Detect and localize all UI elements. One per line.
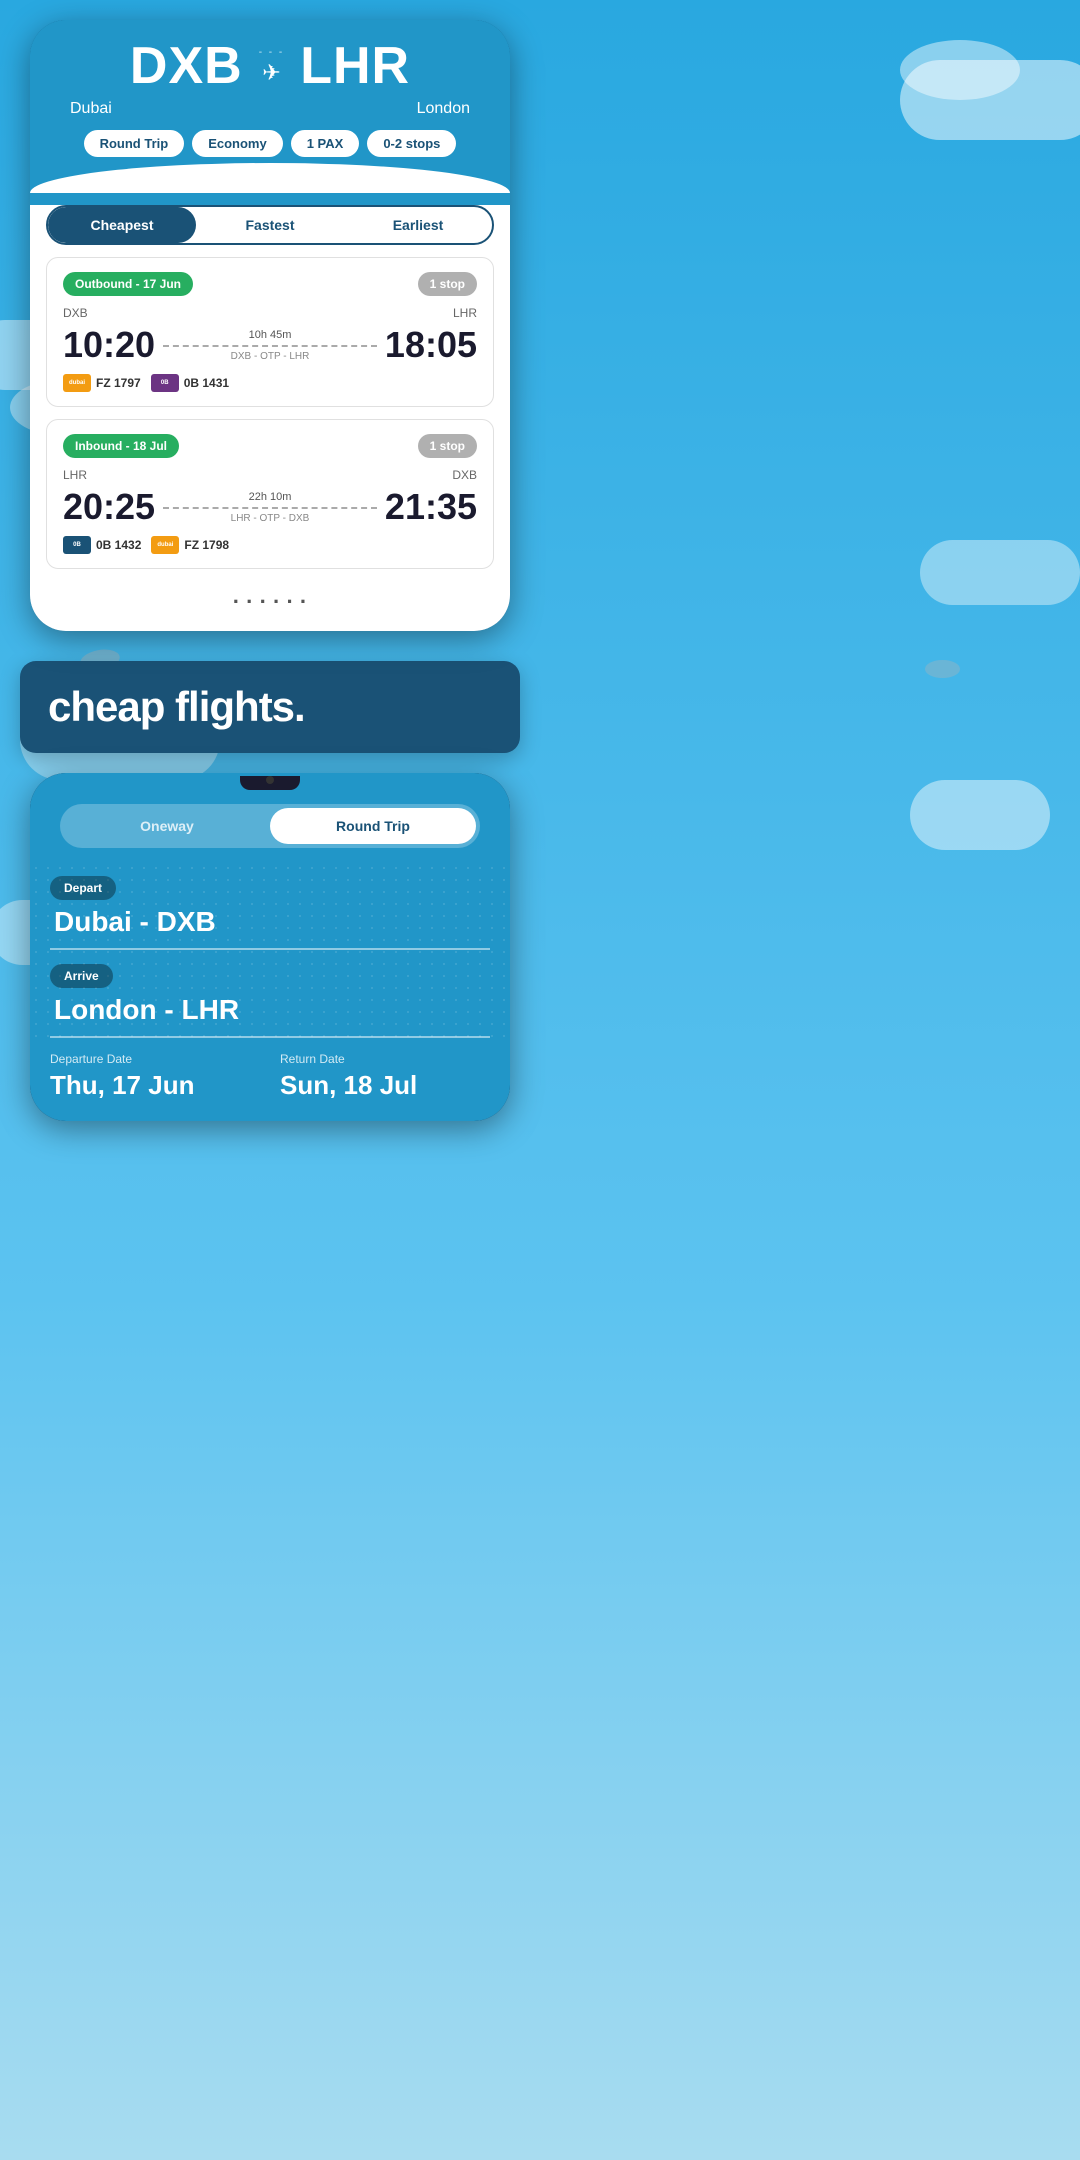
cheap-flights-banner: cheap flights.: [20, 661, 520, 753]
flight-header: DXB - - - ✈ LHR Dubai London Round Trip: [30, 20, 510, 173]
toggle-oneway[interactable]: Oneway: [64, 808, 270, 844]
outbound-route: DXB - OTP - LHR: [163, 351, 377, 362]
outbound-from: DXB: [63, 306, 88, 320]
trip-type-pill[interactable]: Round Trip: [84, 130, 185, 157]
sort-tabs[interactable]: Cheapest Fastest Earliest: [46, 205, 494, 245]
return-date-label: Return Date: [280, 1052, 490, 1066]
origin-code: DXB: [130, 36, 243, 96]
inbound-badge: Inbound - 18 Jul: [63, 434, 179, 458]
depart-label: Depart: [50, 876, 116, 900]
inbound-airline-1: 0B 0B 1432: [63, 536, 141, 554]
inbound-segment[interactable]: Inbound - 18 Jul 1 stop LHR DXB 20:25 22…: [46, 419, 494, 569]
departure-date-value: Thu, 17 Jun: [50, 1070, 260, 1101]
inbound-flight-2: FZ 1798: [184, 538, 229, 552]
inbound-airline-1-logo: 0B: [63, 536, 91, 554]
outbound-dep-time: 10:20: [63, 324, 155, 366]
inbound-duration-block: 22h 10m LHR - OTP - DXB: [155, 491, 385, 524]
cheap-flights-text: cheap flights.: [48, 683, 305, 730]
bottom-phone: Oneway Round Trip Depart Dubai - DXB Arr…: [30, 773, 510, 1121]
inbound-stops: 1 stop: [418, 434, 477, 458]
pax-pill[interactable]: 1 PAX: [291, 130, 360, 157]
departure-date-col[interactable]: Departure Date Thu, 17 Jun: [50, 1052, 260, 1101]
arrive-value[interactable]: London - LHR: [50, 994, 490, 1038]
trip-type-toggle[interactable]: Oneway Round Trip: [60, 804, 480, 848]
inbound-airline-2-logo: dubai: [151, 536, 179, 554]
phone-notch: [240, 776, 300, 790]
inbound-route: LHR - OTP - DXB: [163, 513, 377, 524]
inbound-dep-time: 20:25: [63, 486, 155, 528]
search-form: Depart Dubai - DXB Arrive London - LHR: [30, 862, 510, 1038]
inbound-flight-1: 0B 1432: [96, 538, 141, 552]
outbound-airline-2-logo: 0B: [151, 374, 179, 392]
tab-cheapest[interactable]: Cheapest: [48, 207, 196, 243]
outbound-airline-1: dubai FZ 1797: [63, 374, 141, 392]
outbound-badge: Outbound - 17 Jun: [63, 272, 193, 296]
outbound-duration-block: 10h 45m DXB - OTP - LHR: [155, 329, 385, 362]
outbound-airline-2: 0B 0B 1431: [151, 374, 229, 392]
tab-earliest[interactable]: Earliest: [344, 207, 492, 243]
inbound-airline-2: dubai FZ 1798: [151, 536, 229, 554]
return-date-col[interactable]: Return Date Sun, 18 Jul: [280, 1052, 490, 1101]
depart-value[interactable]: Dubai - DXB: [50, 906, 490, 950]
inbound-arr-time: 21:35: [385, 486, 477, 528]
departure-date-label: Departure Date: [50, 1052, 260, 1066]
toggle-roundtrip[interactable]: Round Trip: [270, 808, 476, 844]
outbound-segment[interactable]: Outbound - 17 Jun 1 stop DXB LHR 10:20 1…: [46, 257, 494, 407]
inbound-to: DXB: [452, 468, 477, 482]
outbound-arr-time: 18:05: [385, 324, 477, 366]
stops-pill[interactable]: 0-2 stops: [367, 130, 456, 157]
cabin-pill[interactable]: Economy: [192, 130, 283, 157]
dest-code: LHR: [300, 36, 410, 96]
price-peek: · · · · · ·: [46, 581, 494, 615]
inbound-from: LHR: [63, 468, 87, 482]
arrive-label: Arrive: [50, 964, 113, 988]
outbound-flight-1: FZ 1797: [96, 376, 141, 390]
plane-icon: - - - ✈: [259, 47, 285, 86]
dest-city: London: [417, 100, 470, 118]
outbound-duration: 10h 45m: [163, 329, 377, 341]
outbound-airline-1-logo: dubai: [63, 374, 91, 392]
tab-fastest[interactable]: Fastest: [196, 207, 344, 243]
results-area: Cheapest Fastest Earliest Outbound - 17 …: [30, 205, 510, 631]
outbound-flight-2: 0B 1431: [184, 376, 229, 390]
origin-city: Dubai: [70, 100, 112, 118]
top-phone: DXB - - - ✈ LHR Dubai London Round Trip: [30, 20, 510, 631]
return-date-value: Sun, 18 Jul: [280, 1070, 490, 1101]
notch-camera: [266, 776, 274, 784]
outbound-to: LHR: [453, 306, 477, 320]
inbound-duration: 22h 10m: [163, 491, 377, 503]
inbound-airlines: 0B 0B 1432 dubai FZ 1798: [63, 536, 477, 554]
date-row: Departure Date Thu, 17 Jun Return Date S…: [30, 1052, 510, 1101]
outbound-airlines: dubai FZ 1797 0B 0B 1431: [63, 374, 477, 392]
outbound-stops: 1 stop: [418, 272, 477, 296]
